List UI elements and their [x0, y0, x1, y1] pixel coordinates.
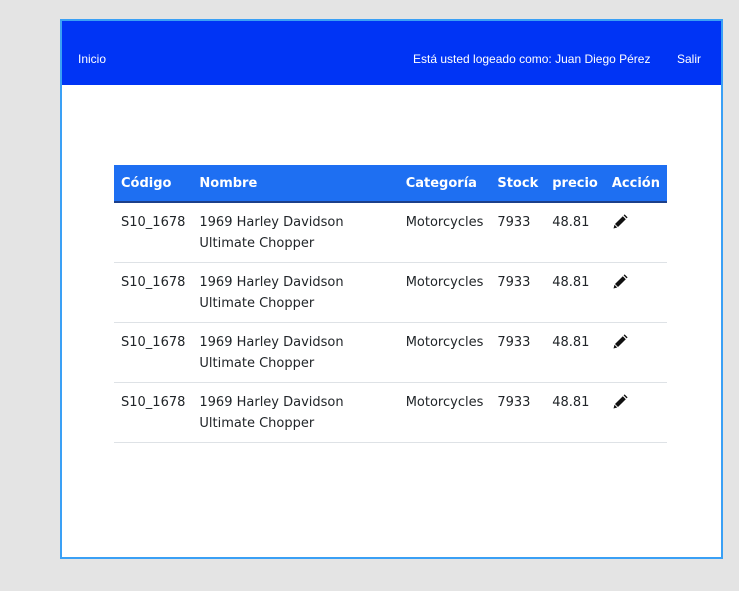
cell-stock: 7933	[490, 322, 546, 383]
cell-codigo: S10_1678	[114, 322, 193, 383]
cell-categoria: Motorcycles	[398, 322, 491, 383]
table-row: S10_1678 1969 Harley Davidson Ultimate C…	[114, 322, 667, 383]
cell-accion	[604, 322, 667, 383]
cell-stock: 7933	[490, 202, 546, 263]
cell-stock: 7933	[490, 262, 546, 323]
cell-precio: 48.81	[545, 382, 605, 443]
cell-codigo: S10_1678	[114, 202, 193, 263]
header-nombre: Nombre	[192, 165, 399, 203]
nav-home-link[interactable]: Inicio	[78, 52, 106, 66]
cell-precio: 48.81	[545, 202, 605, 263]
table-row: S10_1678 1969 Harley Davidson Ultimate C…	[114, 202, 667, 263]
pencil-icon[interactable]	[612, 394, 628, 410]
cell-codigo: S10_1678	[114, 382, 193, 443]
cell-categoria: Motorcycles	[398, 202, 491, 263]
cell-nombre: 1969 Harley Davidson Ultimate Chopper	[192, 262, 399, 323]
cell-nombre: 1969 Harley Davidson Ultimate Chopper	[192, 382, 399, 443]
logged-in-user-text: Está usted logeado como: Juan Diego Pére…	[413, 52, 651, 66]
cell-accion	[604, 202, 667, 263]
pencil-icon[interactable]	[612, 214, 628, 230]
table-header-row: Código Nombre Categoría Stock precio Acc…	[114, 165, 667, 203]
cell-categoria: Motorcycles	[398, 262, 491, 323]
header-accion: Acción	[604, 165, 667, 203]
cell-nombre: 1969 Harley Davidson Ultimate Chopper	[192, 202, 399, 263]
cell-precio: 48.81	[545, 262, 605, 323]
cell-accion	[604, 382, 667, 443]
logout-link[interactable]: Salir	[677, 52, 701, 66]
cell-nombre: 1969 Harley Davidson Ultimate Chopper	[192, 322, 399, 383]
header-stock: Stock	[490, 165, 546, 203]
cell-stock: 7933	[490, 382, 546, 443]
header-codigo: Código	[114, 165, 193, 203]
header-precio: precio	[545, 165, 605, 203]
cell-codigo: S10_1678	[114, 262, 193, 323]
pencil-icon[interactable]	[612, 274, 628, 290]
pencil-icon[interactable]	[612, 334, 628, 350]
top-navbar: Inicio Está usted logeado como: Juan Die…	[62, 21, 721, 85]
app-frame: Inicio Está usted logeado como: Juan Die…	[60, 19, 723, 559]
cell-precio: 48.81	[545, 322, 605, 383]
cell-categoria: Motorcycles	[398, 382, 491, 443]
table-row: S10_1678 1969 Harley Davidson Ultimate C…	[114, 382, 667, 443]
header-categoria: Categoría	[398, 165, 491, 203]
products-table: Código Nombre Categoría Stock precio Acc…	[114, 165, 667, 443]
cell-accion	[604, 262, 667, 323]
table-row: S10_1678 1969 Harley Davidson Ultimate C…	[114, 262, 667, 323]
